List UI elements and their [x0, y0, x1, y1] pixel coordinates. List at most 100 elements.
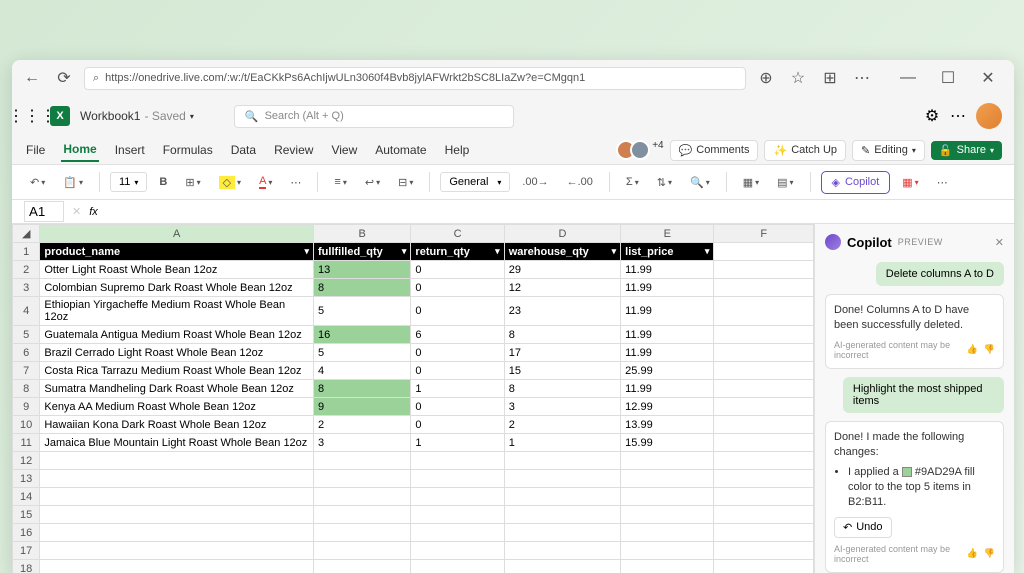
cell[interactable]: 29 [504, 261, 620, 279]
row-header[interactable]: 18 [13, 560, 40, 573]
cell[interactable]: 23 [504, 297, 620, 326]
font-size-select[interactable]: 11 ▾ [110, 172, 147, 192]
cell[interactable]: 11.99 [621, 344, 714, 362]
user-avatar[interactable] [976, 103, 1002, 129]
cell[interactable]: Hawaiian Kona Dark Roast Whole Bean 12oz [40, 416, 314, 434]
spreadsheet-grid[interactable]: ◢ A B C D E F 1product_name▾fullfilled_q… [12, 224, 814, 573]
table-header-cell[interactable]: warehouse_qty▾ [504, 243, 620, 261]
more-font-button[interactable]: ⋯ [284, 172, 307, 193]
table-header-cell[interactable]: product_name▾ [40, 243, 314, 261]
row-header[interactable]: 15 [13, 506, 40, 524]
cell[interactable] [714, 398, 814, 416]
cell[interactable] [714, 243, 814, 261]
more-icon[interactable]: ⋯ [850, 66, 874, 90]
row-header[interactable]: 4 [13, 297, 40, 326]
tab-automate[interactable]: Automate [373, 139, 428, 161]
undo-button[interactable]: ↶ Undo [834, 517, 892, 538]
cell[interactable]: 3 [314, 434, 411, 452]
thumbs-up-icon[interactable]: 👍 [967, 344, 978, 355]
settings-icon[interactable]: ⚙ [924, 108, 940, 124]
read-aloud-icon[interactable]: ⊕ [754, 66, 778, 90]
document-name[interactable]: Workbook1 - Saved ▾ [80, 109, 194, 123]
col-header-e[interactable]: E [621, 225, 714, 243]
tab-formulas[interactable]: Formulas [161, 139, 215, 161]
cell[interactable]: Jamaica Blue Mountain Light Roast Whole … [40, 434, 314, 452]
addins-button[interactable]: ▦▾ [896, 172, 924, 193]
cell[interactable] [714, 434, 814, 452]
clipboard-button[interactable]: 📋▾ [57, 172, 89, 193]
cell[interactable]: 8 [314, 380, 411, 398]
cell[interactable]: 12.99 [621, 398, 714, 416]
more-tools-button[interactable]: ⋯ [931, 172, 954, 193]
cell[interactable]: 0 [411, 261, 504, 279]
cell[interactable]: 1 [411, 380, 504, 398]
thumbs-down-icon[interactable]: 👎 [984, 344, 995, 355]
cell[interactable]: 17 [504, 344, 620, 362]
filter-icon[interactable]: ▾ [304, 246, 309, 257]
table-header-cell[interactable]: return_qty▾ [411, 243, 504, 261]
cell[interactable]: 11.99 [621, 380, 714, 398]
tab-view[interactable]: View [329, 139, 359, 161]
cell[interactable]: 1 [411, 434, 504, 452]
collections-icon[interactable]: ⊞ [818, 66, 842, 90]
filter-icon[interactable]: ▾ [495, 246, 500, 257]
cell[interactable]: 1 [504, 434, 620, 452]
search-input[interactable]: 🔍 Search (Alt + Q) [234, 105, 514, 128]
filter-icon[interactable]: ▾ [612, 246, 617, 257]
table-header-cell[interactable]: list_price▾ [621, 243, 714, 261]
cell[interactable]: 11.99 [621, 261, 714, 279]
cell[interactable] [714, 416, 814, 434]
cell[interactable]: 13.99 [621, 416, 714, 434]
col-header-c[interactable]: C [411, 225, 504, 243]
copilot-button[interactable]: ◈ Copilot [821, 171, 891, 194]
cell[interactable] [714, 362, 814, 380]
wrap-button[interactable]: ↩▾ [359, 172, 386, 193]
cell[interactable]: 2 [504, 416, 620, 434]
col-header-f[interactable]: F [714, 225, 814, 243]
col-header-b[interactable]: B [314, 225, 411, 243]
maximize-button[interactable]: ☐ [930, 64, 966, 92]
cell[interactable]: 13 [314, 261, 411, 279]
row-header[interactable]: 6 [13, 344, 40, 362]
bold-button[interactable]: B [153, 172, 173, 192]
comments-button[interactable]: 💬 Comments [670, 140, 759, 161]
cell[interactable]: 0 [411, 279, 504, 297]
row-header[interactable]: 7 [13, 362, 40, 380]
number-format-select[interactable]: General ▾ [440, 172, 510, 192]
cell[interactable]: 8 [504, 326, 620, 344]
cell[interactable] [714, 297, 814, 326]
row-header[interactable]: 17 [13, 542, 40, 560]
sort-button[interactable]: ⇅▾ [651, 172, 678, 193]
select-all-cell[interactable]: ◢ [13, 225, 40, 243]
row-header[interactable]: 14 [13, 488, 40, 506]
cell[interactable]: 8 [504, 380, 620, 398]
cell[interactable]: 0 [411, 344, 504, 362]
row-header[interactable]: 16 [13, 524, 40, 542]
cell[interactable]: 2 [314, 416, 411, 434]
row-header[interactable]: 11 [13, 434, 40, 452]
cell[interactable]: 6 [411, 326, 504, 344]
cell[interactable]: 0 [411, 297, 504, 326]
cell[interactable]: 8 [314, 279, 411, 297]
cell[interactable]: Costa Rica Tarrazu Medium Roast Whole Be… [40, 362, 314, 380]
row-header[interactable]: 12 [13, 452, 40, 470]
tab-file[interactable]: File [24, 139, 47, 161]
app-launcher-icon[interactable]: ⋮⋮⋮ [24, 108, 40, 124]
cell[interactable]: 0 [411, 362, 504, 380]
catchup-button[interactable]: ✨ Catch Up [764, 140, 846, 161]
cell[interactable]: 4 [314, 362, 411, 380]
more-icon[interactable]: ⋯ [950, 108, 966, 124]
filter-icon[interactable]: ▾ [402, 246, 407, 257]
borders-button[interactable]: ⊞▾ [179, 172, 206, 193]
cell[interactable] [714, 326, 814, 344]
autosum-button[interactable]: Σ▾ [620, 172, 645, 192]
formula-input[interactable] [106, 204, 1002, 219]
row-header[interactable]: 3 [13, 279, 40, 297]
cell[interactable]: 11.99 [621, 297, 714, 326]
cell[interactable]: 12 [504, 279, 620, 297]
cell[interactable]: Brazil Cerrado Light Roast Whole Bean 12… [40, 344, 314, 362]
merge-button[interactable]: ⊟▾ [392, 172, 419, 193]
minimize-button[interactable]: — [890, 64, 926, 92]
back-button[interactable]: ← [20, 66, 44, 90]
cell[interactable]: 11.99 [621, 279, 714, 297]
